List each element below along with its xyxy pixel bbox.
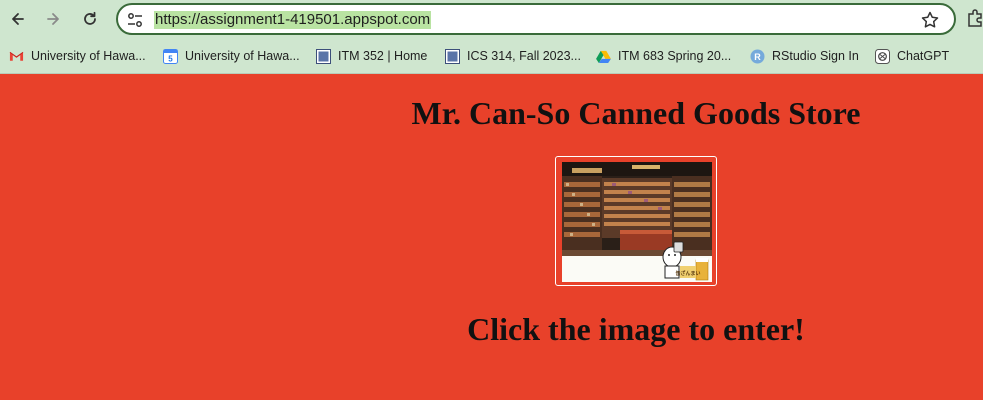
bookmark-item[interactable]: ITM 683 Spring 20... xyxy=(596,47,731,65)
chatgpt-icon xyxy=(875,48,890,64)
bookmark-item[interactable]: University of Hawa... xyxy=(9,47,146,65)
bookmarks-bar: University of Hawa... 5 University of Ha… xyxy=(0,38,983,74)
bookmark-label: ChatGPT xyxy=(897,49,950,63)
bookmark-star-icon[interactable] xyxy=(920,10,940,30)
bookmark-label: ITM 352 | Home xyxy=(338,49,428,63)
extensions-icon[interactable] xyxy=(966,8,983,28)
address-bar[interactable]: https://assignment1-419501.appspot.com xyxy=(116,3,956,35)
arrow-right-icon xyxy=(47,13,59,25)
page-content: Mr. Can-So Canned Goods Store 缶ざんまい Clic… xyxy=(0,75,983,400)
bookmark-label: ICS 314, Fall 2023... xyxy=(467,49,581,63)
gmail-icon xyxy=(9,49,24,64)
forward-button[interactable] xyxy=(40,6,66,32)
canvas-icon xyxy=(316,48,331,64)
canvas-icon xyxy=(445,48,460,64)
site-settings-icon[interactable] xyxy=(126,11,144,29)
bookmark-item[interactable]: ChatGPT xyxy=(875,47,949,65)
svg-text:缶ざんまい: 缶ざんまい xyxy=(675,270,700,277)
store-entry-image-link[interactable]: 缶ざんまい xyxy=(555,156,717,286)
calendar-icon: 5 xyxy=(163,48,178,64)
bookmark-label: ITM 683 Spring 20... xyxy=(618,49,732,63)
back-button[interactable] xyxy=(5,6,31,32)
bookmark-label: RStudio Sign In xyxy=(772,49,859,63)
bookmark-label: University of Hawa... xyxy=(185,49,300,63)
drive-icon xyxy=(596,49,611,64)
page-title: Mr. Can-So Canned Goods Store xyxy=(411,95,861,131)
bookmark-item[interactable]: ITM 352 | Home xyxy=(316,47,427,65)
store-interior-image[interactable]: 缶ざんまい xyxy=(562,162,712,282)
bookmark-item[interactable]: R RStudio Sign In xyxy=(750,47,859,65)
enter-prompt: Click the image to enter! xyxy=(467,311,805,347)
rstudio-icon: R xyxy=(750,49,765,64)
svg-text:R: R xyxy=(754,52,761,62)
svg-text:5: 5 xyxy=(168,54,173,63)
reload-icon xyxy=(84,11,96,25)
reload-button[interactable] xyxy=(77,6,103,32)
url-text[interactable]: https://assignment1-419501.appspot.com xyxy=(154,11,432,29)
arrow-left-icon xyxy=(12,13,24,25)
bookmark-item[interactable]: ICS 314, Fall 2023... xyxy=(445,47,581,65)
browser-toolbar: https://assignment1-419501.appspot.com xyxy=(0,0,983,38)
bookmark-label: University of Hawa... xyxy=(31,49,146,63)
bookmark-item[interactable]: 5 University of Hawa... xyxy=(163,47,300,65)
